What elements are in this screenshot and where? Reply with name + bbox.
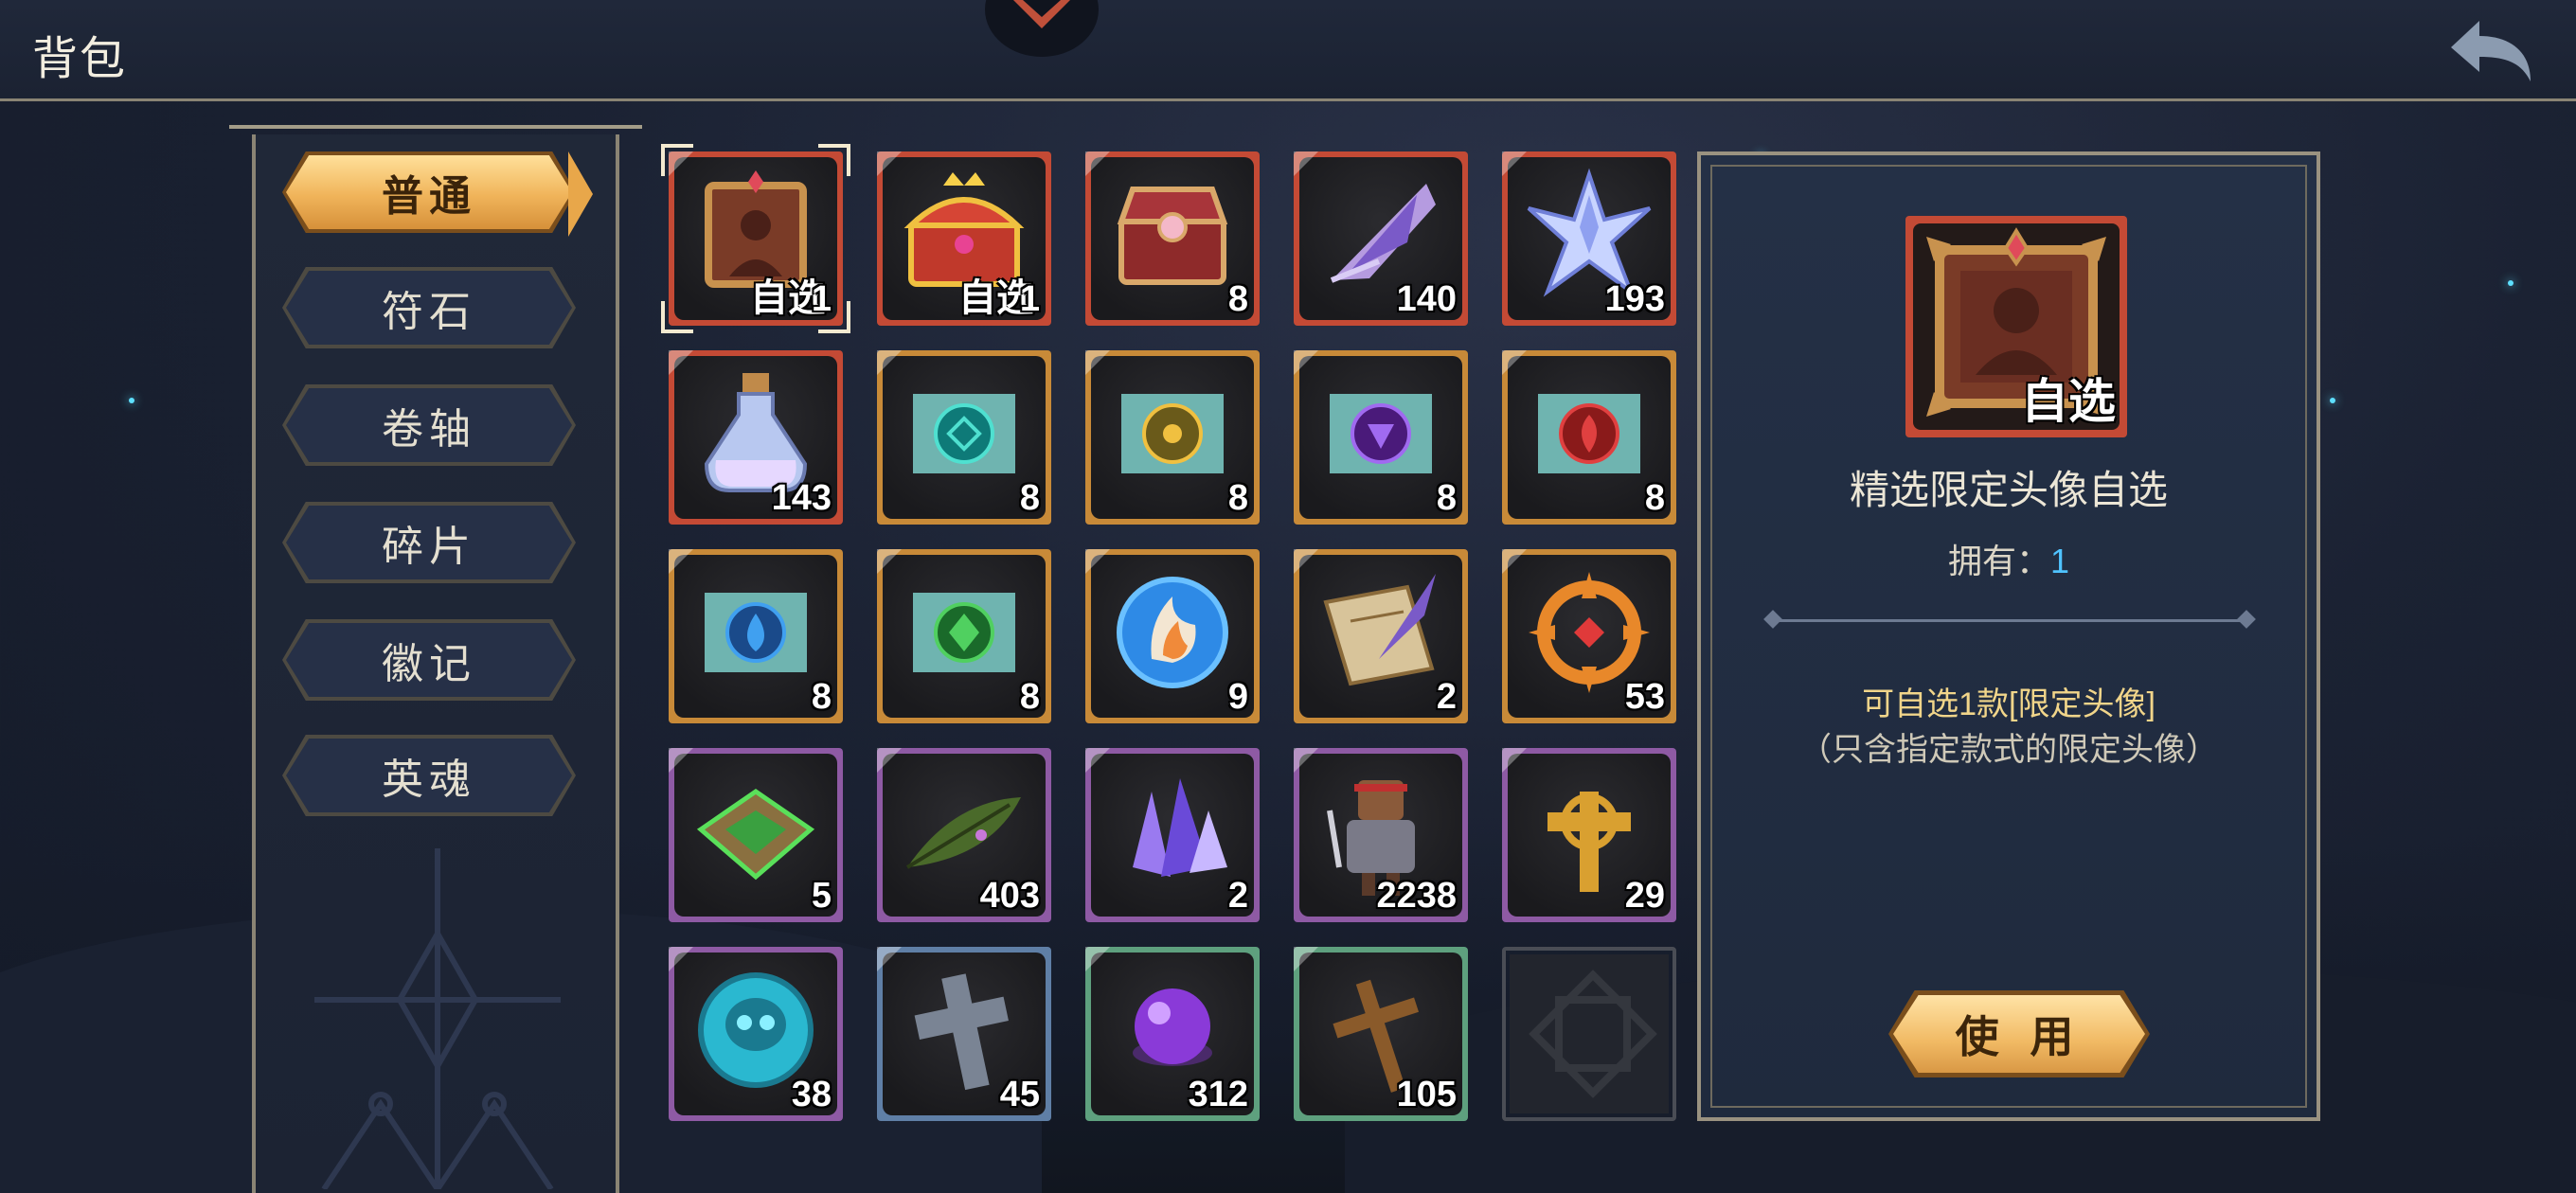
water-rune-scroll-icon [705, 593, 807, 672]
selection-bracket [818, 301, 850, 333]
leaf-rune-scroll-icon [913, 593, 1015, 672]
tab-emblem[interactable]: 徽记 [282, 619, 576, 701]
inventory-item[interactable]: 193 [1502, 151, 1676, 326]
tab-fragment[interactable]: 碎片 [282, 502, 576, 583]
category-sidebar: 普通 符石 卷轴 碎片 徽记 英魂 [229, 119, 642, 1193]
item-count: 193 [1604, 279, 1665, 319]
item-count: 105 [1396, 1075, 1457, 1114]
item-count: 8 [1436, 478, 1457, 518]
teal-rune-scroll-icon [913, 394, 1015, 473]
inventory-item[interactable]: 自选 1 [877, 151, 1051, 326]
inventory-item[interactable]: 2 [1294, 549, 1468, 723]
item-detail-panel: 自选 精选限定头像自选 拥有：1 可自选1款[限定头像] （只含指定款式的限定头… [1697, 151, 2320, 1121]
item-count: 143 [771, 478, 832, 518]
inventory-item[interactable]: 105 [1294, 947, 1468, 1121]
item-count: 8 [1227, 279, 1248, 319]
emblem-icon [985, 0, 1099, 57]
fire-rune-scroll-icon [1538, 394, 1640, 473]
empty-slot-icon [1529, 970, 1657, 1098]
selection-bracket [661, 144, 693, 176]
item-count: 8 [1227, 478, 1248, 518]
inventory-item[interactable]: 140 [1294, 151, 1468, 326]
item-count: 2 [1227, 876, 1248, 916]
detail-divider [1773, 619, 2246, 622]
inventory-item[interactable]: 312 [1085, 947, 1260, 1121]
flame-badge-icon [1117, 577, 1228, 688]
item-count: 8 [811, 677, 832, 717]
inventory-item[interactable]: 8 [669, 549, 843, 723]
back-arrow-icon [2451, 21, 2531, 81]
item-count: 8 [1019, 478, 1040, 518]
inventory-item[interactable]: 9 [1085, 549, 1260, 723]
item-count: 2238 [1376, 876, 1457, 916]
item-description-line1: 可自选1款[限定头像] [1862, 686, 2156, 722]
purple-rune-scroll-icon [1330, 394, 1432, 473]
page-title: 背包 [32, 34, 128, 84]
use-button[interactable]: 使 用 [1888, 990, 2150, 1077]
inventory-item[interactable]: 8 [1502, 350, 1676, 525]
selection-bracket [661, 301, 693, 333]
item-name: 精选限定头像自选 [1849, 468, 2168, 512]
item-count: 8 [1644, 478, 1665, 518]
sidebar-ornament-icon [314, 848, 561, 1189]
top-bar: 背包 [0, 0, 2576, 101]
sun-rune-scroll-icon [1121, 394, 1224, 473]
green-relic-icon [696, 788, 815, 881]
detail-item-tag: 自选 [2021, 375, 2116, 428]
tab-normal[interactable]: 普通 [282, 151, 576, 233]
empty-slot [1502, 947, 1676, 1121]
item-count: 2 [1436, 677, 1457, 717]
selection-bracket [818, 144, 850, 176]
purple-crystal-icon [1133, 778, 1227, 877]
inventory-item[interactable]: 403 [877, 748, 1051, 922]
item-count: 45 [999, 1075, 1040, 1114]
inventory-item[interactable]: 自选 1 [661, 144, 850, 333]
inventory-item[interactable]: 8 [877, 549, 1051, 723]
item-count: 9 [1227, 677, 1248, 717]
inventory-item[interactable]: 2 [1085, 748, 1260, 922]
inventory-item[interactable]: 8 [1085, 151, 1260, 326]
owned-label: 拥有： [1947, 542, 2050, 580]
red-chest-icon [1117, 187, 1228, 285]
inventory-item[interactable]: 45 [877, 947, 1051, 1121]
detail-item-icon: 自选 [1905, 216, 2127, 437]
inventory-item[interactable]: 53 [1502, 549, 1676, 723]
tab-scroll[interactable]: 卷轴 [282, 384, 576, 466]
inventory-item[interactable]: 143 [669, 350, 843, 525]
item-count: 29 [1624, 876, 1665, 916]
tab-hero-soul[interactable]: 英魂 [282, 735, 576, 816]
item-count: 53 [1624, 677, 1665, 717]
inventory-item[interactable]: 8 [1294, 350, 1468, 525]
item-owned: 拥有：1 [1701, 534, 2317, 583]
tab-runestone[interactable]: 符石 [282, 267, 576, 348]
inventory-item[interactable]: 2238 [1294, 748, 1468, 922]
inventory-item[interactable]: 8 [1085, 350, 1260, 525]
quill-scroll-icon [1323, 574, 1436, 686]
inventory-item[interactable]: 29 [1502, 748, 1676, 922]
item-description-line2: （只含指定款式的限定头像） [1799, 732, 2218, 768]
active-tab-arrow-icon [568, 151, 593, 237]
item-count: 140 [1396, 279, 1457, 319]
inventory-item[interactable]: 38 [669, 947, 843, 1121]
item-count: 1 [1019, 279, 1040, 319]
owned-count: 1 [2049, 542, 2070, 580]
item-count: 38 [791, 1075, 832, 1114]
inventory-item[interactable]: 5 [669, 748, 843, 922]
item-count: 312 [1188, 1075, 1248, 1114]
item-count: 5 [811, 876, 832, 916]
inventory-item[interactable]: 8 [877, 350, 1051, 525]
item-count: 403 [979, 876, 1040, 916]
item-count: 8 [1019, 677, 1040, 717]
sidebar-top-ornament [229, 125, 642, 129]
back-button[interactable] [2443, 13, 2538, 89]
